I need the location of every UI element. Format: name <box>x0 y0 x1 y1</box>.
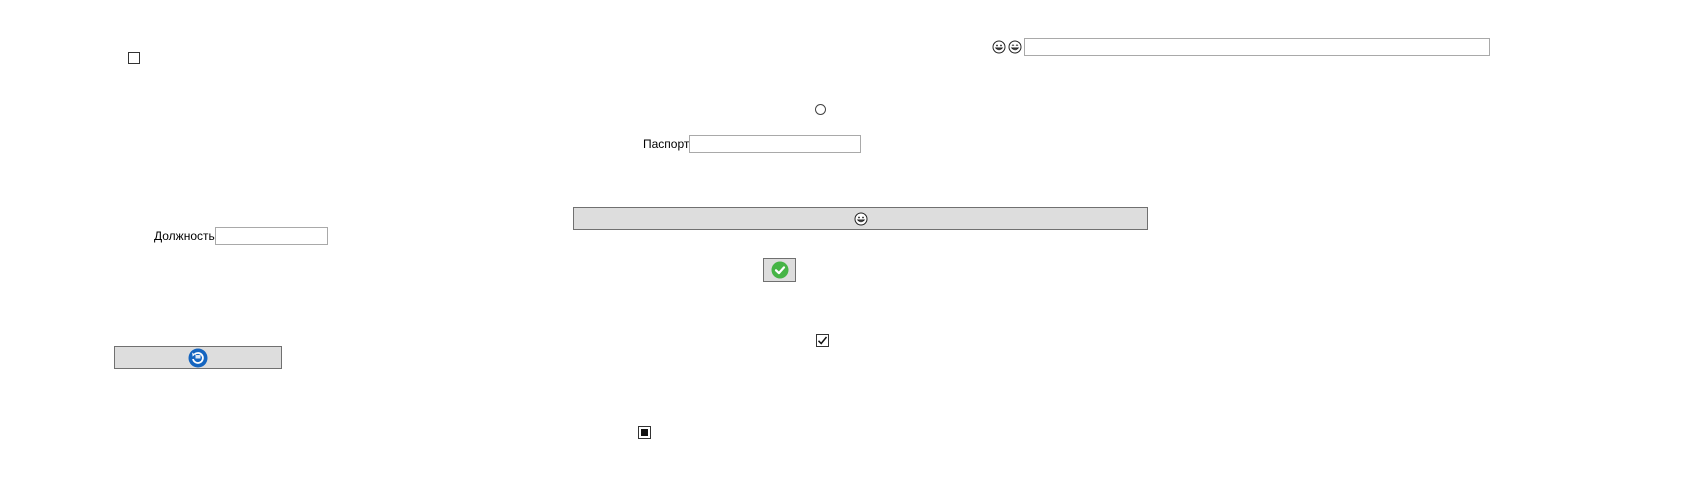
passport-input[interactable] <box>689 135 862 153</box>
position-label: Должность <box>154 229 215 243</box>
checkbox-indeterminate[interactable] <box>638 426 651 439</box>
refresh-button[interactable] <box>114 346 282 369</box>
top-search-input[interactable] <box>1024 38 1490 56</box>
radio-button[interactable] <box>815 104 826 115</box>
passport-label: Паспорт <box>643 137 690 151</box>
checkbox-checked[interactable] <box>816 334 829 347</box>
indeterminate-mark <box>641 429 648 436</box>
position-input[interactable] <box>214 227 328 245</box>
blue-refresh-circle-icon <box>188 348 208 368</box>
checkbox-unchecked[interactable] <box>128 52 140 64</box>
grinning-face-icon <box>1008 40 1022 54</box>
green-check-circle-icon <box>771 261 789 279</box>
grinning-face-icon <box>854 212 868 226</box>
emoji-button[interactable] <box>573 207 1148 230</box>
passport-row: Паспорт <box>643 135 862 153</box>
ok-button[interactable] <box>763 258 796 282</box>
grinning-face-icon <box>992 40 1006 54</box>
top-search-row <box>992 38 1490 56</box>
position-row: Должность <box>154 227 328 245</box>
checkmark-icon <box>817 336 828 345</box>
